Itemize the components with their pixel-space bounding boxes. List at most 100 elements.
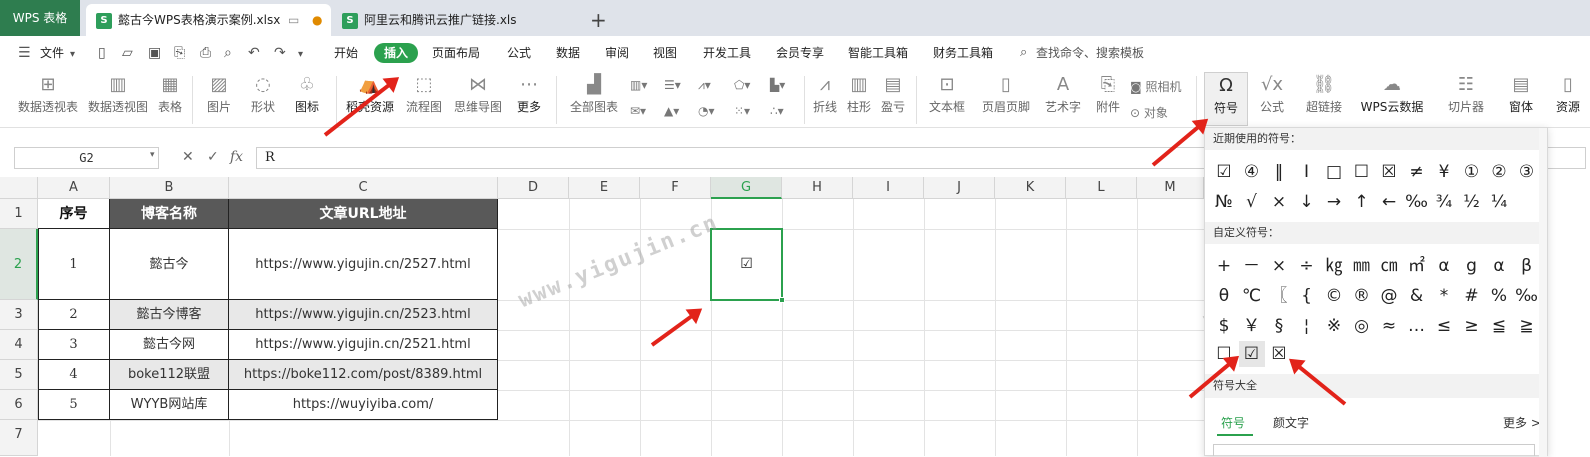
- table-cell-url[interactable]: https://www.yigujin.cn/2521.html: [229, 330, 498, 360]
- header-article-url[interactable]: 文章URL地址: [229, 199, 498, 229]
- menu-developer[interactable]: 开发工具: [703, 44, 751, 62]
- table-button[interactable]: ▦ 表格: [156, 72, 184, 116]
- header-footer-button[interactable]: ▯ 页眉页脚: [980, 72, 1032, 116]
- window-form-button[interactable]: ▤ 窗体: [1504, 72, 1538, 116]
- symbol-item[interactable]: ℃: [1239, 283, 1265, 309]
- column-header-j[interactable]: J: [924, 177, 995, 199]
- symbol-item[interactable]: α: [1431, 253, 1457, 279]
- table-cell-seq[interactable]: 4: [38, 360, 110, 390]
- symbol-item[interactable]: #: [1459, 283, 1485, 309]
- command-search[interactable]: 查找命令、搜索模板: [1036, 44, 1144, 62]
- symbol-item[interactable]: ☐: [1349, 159, 1375, 185]
- cancel-icon[interactable]: ✕: [182, 149, 194, 165]
- menu-member[interactable]: 会员专享: [776, 44, 824, 62]
- panel-scrollbar[interactable]: [1539, 128, 1547, 457]
- bar-chart-icon[interactable]: ☰▾: [664, 78, 681, 92]
- column-header-i[interactable]: I: [853, 177, 924, 199]
- save-icon[interactable]: ▣: [148, 44, 161, 62]
- app-tab[interactable]: WPS 表格: [0, 0, 80, 36]
- symbol-item[interactable]: ↑: [1349, 189, 1375, 215]
- table-cell-url[interactable]: https://wuyiyiba.com/: [229, 390, 498, 420]
- menu-insert[interactable]: 插入: [374, 43, 419, 63]
- symbol-item[interactable]: ≤: [1431, 313, 1457, 339]
- search-icon[interactable]: ⌕: [1020, 44, 1027, 62]
- row-header-1[interactable]: 1: [0, 199, 38, 229]
- textbox-button[interactable]: ⊡ 文本框: [924, 72, 970, 116]
- table-cell-blog[interactable]: WYYB网站库: [110, 390, 229, 420]
- selected-cell-g2[interactable]: ☑: [710, 228, 783, 301]
- symbol-item[interactable]: β: [1514, 253, 1540, 279]
- symbol-item[interactable]: ☒: [1376, 159, 1402, 185]
- table-cell-seq[interactable]: 3: [38, 330, 110, 360]
- symbol-item[interactable]: ③: [1514, 159, 1540, 185]
- menu-review[interactable]: 审阅: [605, 44, 629, 62]
- pivot-table-button[interactable]: ⊞ 数据透视表: [18, 72, 78, 116]
- table-cell-seq[interactable]: 1: [38, 229, 110, 300]
- sparkline-column-button[interactable]: ▥ 柱形: [846, 72, 872, 116]
- symbol-item[interactable]: ½: [1459, 189, 1485, 215]
- function-icon[interactable]: fx: [230, 149, 243, 165]
- bubble-chart-icon[interactable]: ∴▾: [770, 104, 784, 118]
- symbol-button[interactable]: Ω 符号: [1204, 72, 1248, 126]
- wordart-button[interactable]: A 艺术字: [1040, 72, 1086, 116]
- symbol-item[interactable]: ※: [1321, 313, 1347, 339]
- symbol-item[interactable]: …: [1404, 313, 1430, 339]
- symbol-item[interactable]: ◎: [1349, 313, 1375, 339]
- picture-button[interactable]: ▨ 图片: [202, 72, 236, 116]
- menu-page-layout[interactable]: 页面布局: [432, 44, 480, 62]
- line-chart-icon[interactable]: ⩘▾: [698, 78, 711, 93]
- row-header-3[interactable]: 3: [0, 300, 38, 330]
- tab-symbol[interactable]: 符号: [1221, 414, 1245, 431]
- column-header-e[interactable]: E: [569, 177, 640, 199]
- symbol-item[interactable]: ←: [1376, 189, 1402, 215]
- file-tab-active[interactable]: S 懿古今WPS表格演示案例.xlsx ▭ ●: [86, 4, 331, 36]
- menu-smart-toolbox[interactable]: 智能工具箱: [848, 44, 908, 62]
- column-chart-icon[interactable]: ▥▾: [630, 78, 647, 92]
- symbol-item[interactable]: §: [1266, 313, 1292, 339]
- file-menu[interactable]: 文件: [40, 44, 64, 62]
- header-blog-name[interactable]: 博客名称: [110, 199, 229, 229]
- attachment-button[interactable]: ⎘ 附件: [1094, 72, 1122, 116]
- wps-cloud-data-button[interactable]: ☁ WPS云数据: [1356, 72, 1428, 116]
- open-icon[interactable]: ▱: [122, 44, 133, 62]
- symbol-item[interactable]: ↓: [1294, 189, 1320, 215]
- symbol-item[interactable]: √: [1239, 189, 1265, 215]
- menu-finance-toolbox[interactable]: 财务工具箱: [933, 44, 993, 62]
- symbol-item[interactable]: ㎏: [1321, 253, 1347, 279]
- print-icon[interactable]: ⎙: [200, 44, 211, 62]
- symbol-item[interactable]: ©: [1321, 283, 1347, 309]
- pie-chart-icon[interactable]: ◔▾: [698, 104, 715, 118]
- column-header-k[interactable]: K: [995, 177, 1066, 199]
- undo-icon[interactable]: ↶: [248, 44, 260, 62]
- table-cell-url[interactable]: https://www.yigujin.cn/2523.html: [229, 300, 498, 330]
- camera-button[interactable]: ◙ 照相机: [1130, 78, 1182, 95]
- symbol-item[interactable]: &: [1404, 283, 1430, 309]
- table-cell-blog[interactable]: boke112联盟: [110, 360, 229, 390]
- symbol-item[interactable]: ②: [1486, 159, 1512, 185]
- object-button[interactable]: ⊙ 对象: [1130, 104, 1168, 121]
- radar-chart-icon[interactable]: ⬠▾: [734, 78, 750, 92]
- symbol-item[interactable]: ㎝: [1376, 253, 1402, 279]
- icon-button[interactable]: ♧ 图标: [290, 72, 324, 116]
- symbol-item[interactable]: $: [1211, 313, 1237, 339]
- sparkline-line-button[interactable]: ⩘ 折线: [812, 72, 838, 116]
- symbol-item[interactable]: □: [1321, 159, 1347, 185]
- column-header-c[interactable]: C: [229, 177, 498, 199]
- select-all-corner[interactable]: [0, 177, 38, 199]
- symbol-item[interactable]: ≈: [1376, 313, 1402, 339]
- symbol-item[interactable]: ￥: [1239, 313, 1265, 339]
- symbol-item[interactable]: ☑: [1211, 159, 1237, 185]
- symbol-item[interactable]: ≥: [1459, 313, 1485, 339]
- column-header-d[interactable]: D: [498, 177, 569, 199]
- menu-formula[interactable]: 公式: [507, 44, 531, 62]
- symbol-item[interactable]: ①: [1459, 159, 1485, 185]
- table-cell-blog[interactable]: 懿古今网: [110, 330, 229, 360]
- row-header-6[interactable]: 6: [0, 390, 38, 420]
- symbol-item[interactable]: ④: [1239, 159, 1265, 185]
- table-cell-seq[interactable]: 2: [38, 300, 110, 330]
- column-header-f[interactable]: F: [640, 177, 711, 199]
- row-header-5[interactable]: 5: [0, 360, 38, 390]
- menu-data[interactable]: 数据: [556, 44, 580, 62]
- file-tab-2[interactable]: S 阿里云和腾讯云推广链接.xls: [342, 4, 572, 36]
- quick-access-more-icon[interactable]: ▾: [298, 46, 303, 64]
